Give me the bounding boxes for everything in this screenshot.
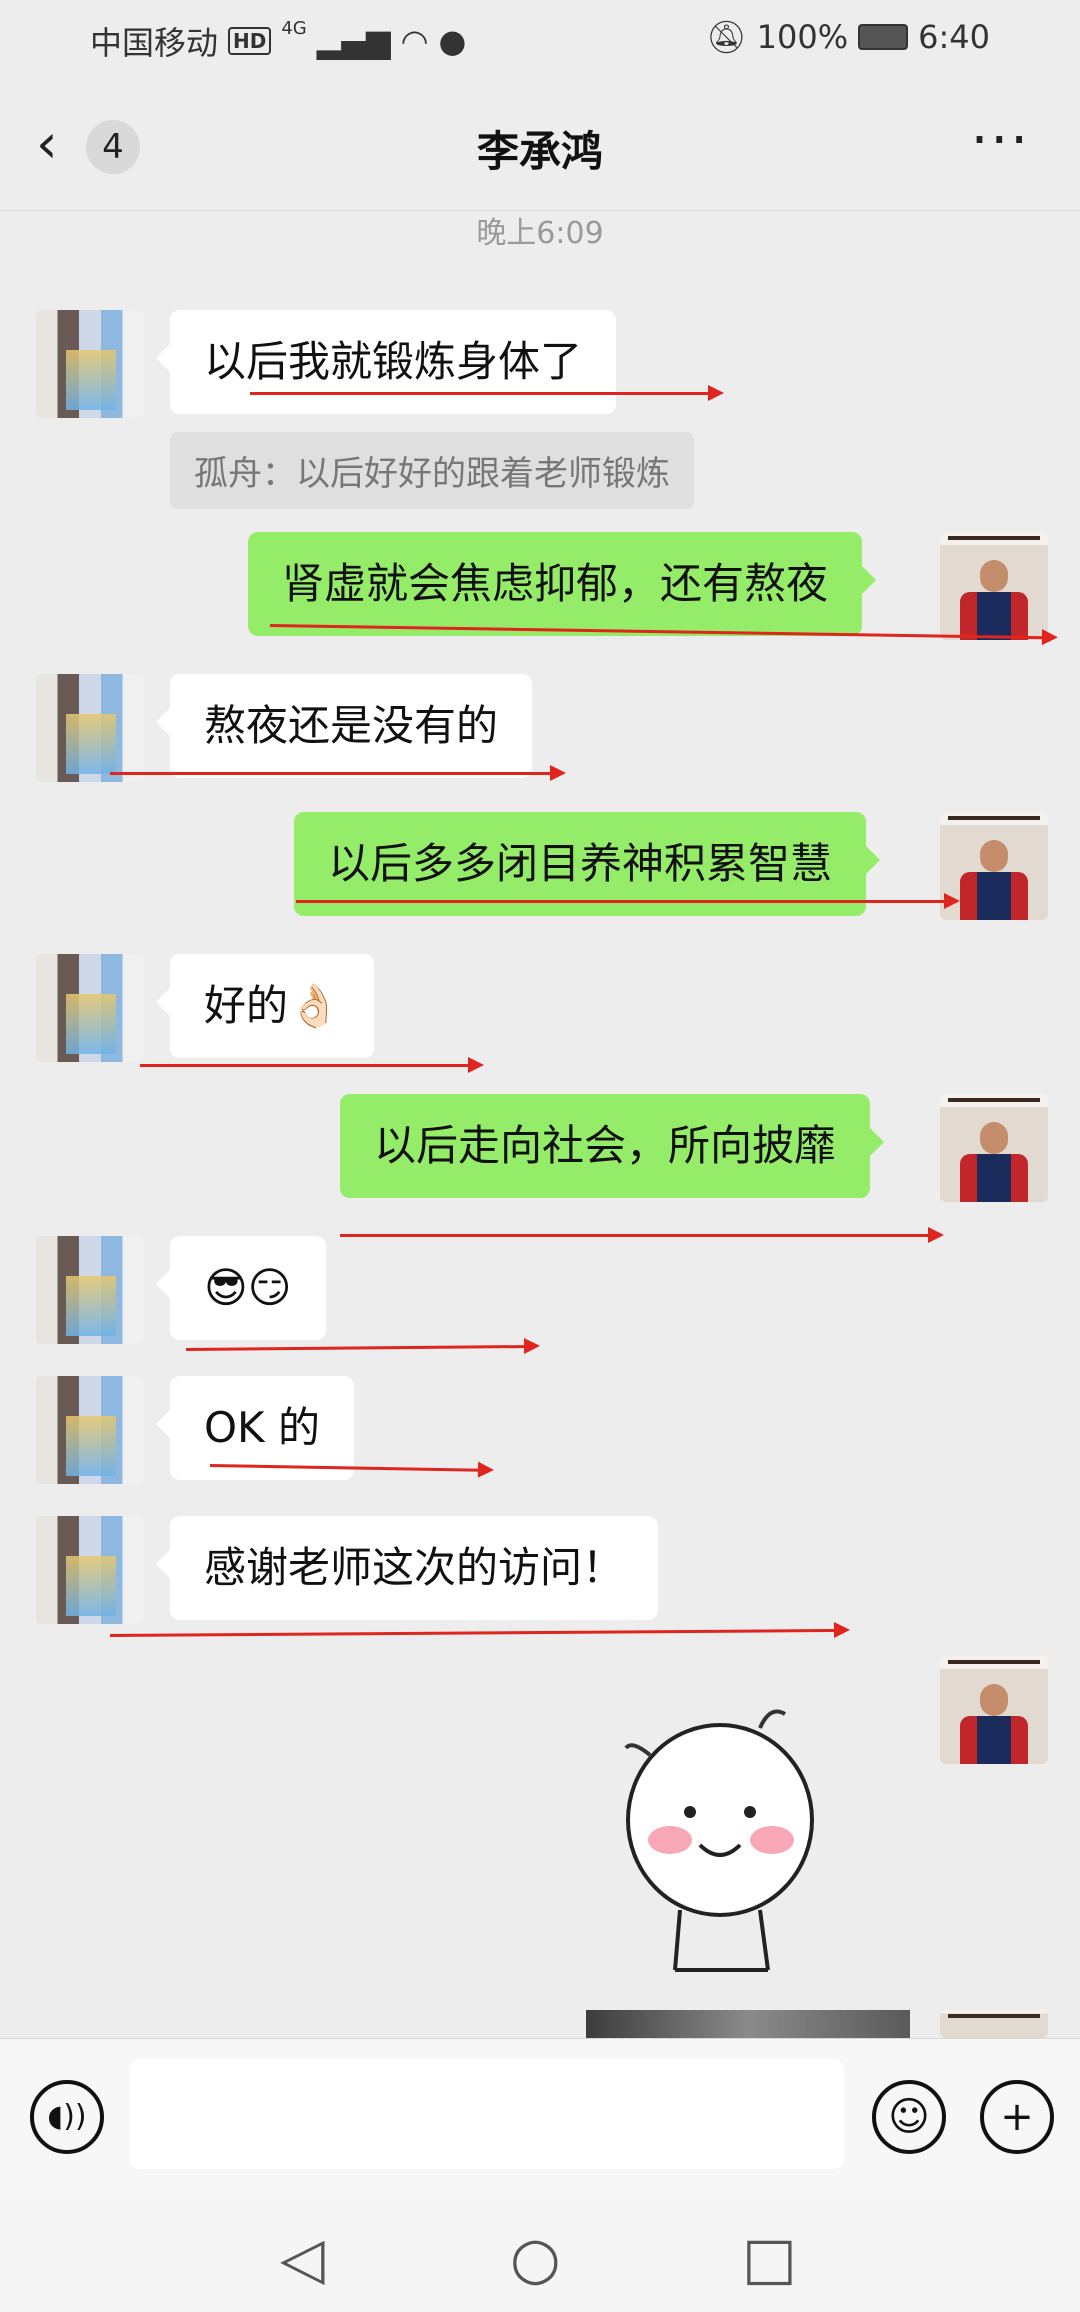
status-bar: 中国移动 HD 4G ▂▄▆ ◠ ● 🔕︎ 100% 6:40 [0,0,1080,80]
image-message[interactable] [586,2010,910,2040]
chat-header: ‹ 4 李承鸿 ··· [0,80,1080,211]
carrier-label: 中国移动 [90,24,219,62]
contact-avatar[interactable] [36,1376,144,1484]
contact-avatar[interactable] [36,674,144,782]
contact-avatar[interactable] [36,954,144,1062]
self-avatar[interactable] [940,532,1048,640]
signal-icon: ▂▄▆ [316,22,391,60]
annotation-red-arrow [185,1344,536,1351]
quoted-message[interactable]: 孤舟：以后好好的跟着老师锻炼 [170,432,694,509]
sent-message-bubble[interactable]: 肾虚就会焦虑抑郁，还有熬夜 [248,532,877,636]
self-avatar[interactable] [940,1656,1048,1764]
message-notify-icon: ● [438,22,467,60]
annotation-red-arrow [340,1227,944,1243]
circle-home-icon[interactable]: ○ [510,2224,561,2292]
status-right: 🔕︎ 100% 6:40 [706,18,990,56]
annotation-red-arrow [140,1057,484,1073]
received-message-bubble[interactable]: 好的👌🏻 [155,954,375,1058]
received-message-bubble[interactable]: 以后我就锻炼身体了 [155,310,617,414]
self-avatar[interactable] [940,2010,1048,2038]
annotation-red-arrow [296,893,960,909]
battery-level: 100% [756,18,849,56]
voice-icon[interactable]: ◖)) [30,2080,104,2154]
self-avatar[interactable] [940,1094,1048,1202]
emoji-icon[interactable]: ☺ [872,2080,946,2154]
received-message-bubble[interactable]: 感谢老师这次的访问！ [155,1516,659,1620]
contact-avatar[interactable] [36,1236,144,1344]
chat-title: 李承鸿 [476,127,603,176]
square-recents-icon[interactable]: □ [742,2224,797,2292]
message-timestamp: 晚上6:09 [476,216,604,251]
input-bar: ◖)) ☺ + [0,2038,1080,2199]
message-input[interactable] [130,2059,844,2169]
sticker-image[interactable] [620,1700,840,1980]
annotation-red-arrow [250,385,724,401]
system-navigation-bar: ◁ ○ □ [0,2198,1080,2312]
wifi-icon: ◠ [400,22,429,60]
more-options-icon[interactable]: ··· [971,108,1030,173]
network-label: 4G [281,18,307,39]
status-left: 中国移动 HD 4G ▂▄▆ ◠ ● [90,18,466,64]
mute-bell-icon: 🔕︎ [706,18,747,56]
sent-message-bubble[interactable]: 以后走向社会，所向披靡 [340,1094,885,1198]
received-message-bubble[interactable]: 😎😏 [156,1236,326,1340]
hd-badge: HD [228,27,272,55]
triangle-back-icon[interactable]: ◁ [280,2224,325,2292]
received-message-bubble[interactable]: 熬夜还是没有的 [155,674,533,778]
plus-icon[interactable]: + [980,2080,1054,2154]
contact-avatar[interactable] [36,1516,144,1624]
contact-avatar[interactable] [36,310,144,418]
battery-icon [858,24,909,50]
annotation-red-arrow [109,1628,846,1637]
clock: 6:40 [918,18,990,56]
annotation-red-arrow [110,765,566,781]
